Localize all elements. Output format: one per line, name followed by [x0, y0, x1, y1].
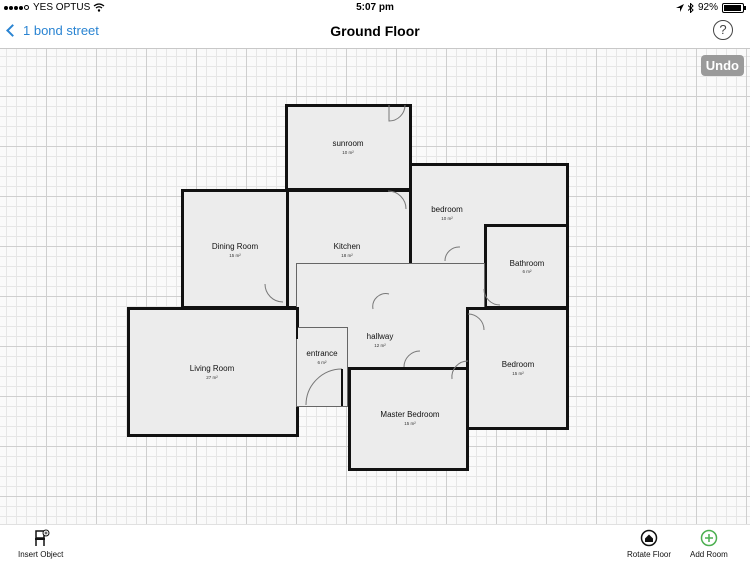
room-label: Dining Room [211, 242, 259, 251]
add-icon [700, 529, 718, 547]
status-time: 5:07 pm [356, 2, 394, 13]
room-area: 15 m² [404, 421, 416, 426]
room-label: entrance [306, 349, 338, 358]
rotate-house-icon [640, 529, 658, 547]
room-label: Kitchen [333, 242, 361, 251]
room-master-bedroom[interactable] [348, 367, 469, 471]
location-icon [675, 3, 684, 12]
help-button[interactable]: ? [713, 20, 733, 40]
room-label: Master Bedroom [380, 410, 440, 419]
room-area: 15 m² [512, 371, 524, 376]
insert-object-button[interactable]: Insert Object [18, 529, 63, 559]
room-label: Bedroom [501, 360, 535, 369]
bottom-toolbar: Insert Object Rotate Floor Add Room [0, 524, 750, 564]
insert-object-label: Insert Object [18, 550, 64, 559]
room-label: sunroom [332, 139, 364, 148]
room-label: hallway [366, 332, 394, 341]
room-area: 6 m² [522, 269, 532, 274]
bluetooth-icon [687, 2, 694, 13]
rotate-floor-label: Rotate Floor [627, 550, 672, 559]
status-bar: YES OPTUS 5:07 pm 92% [0, 0, 750, 16]
room-area: 12 m² [374, 343, 386, 348]
room-area: 15 m² [229, 253, 241, 258]
undo-button[interactable]: Undo [700, 55, 744, 76]
room-label: Bathroom [509, 259, 545, 268]
battery-icon [722, 2, 746, 13]
room-area: 27 m² [206, 375, 218, 380]
room-area: 6 m² [317, 360, 327, 365]
add-room-label: Add Room [690, 550, 728, 559]
battery-percent: 92% [697, 2, 718, 13]
rotate-floor-button[interactable]: Rotate Floor [627, 529, 671, 559]
room-area: 18 m² [341, 253, 353, 258]
room-label: Living Room [189, 364, 235, 373]
chair-icon [34, 529, 50, 546]
floor-plan-canvas[interactable]: Undo sunroom 10 m² bedroom 10 m² Dining … [0, 49, 750, 524]
page-title: Ground Floor [330, 23, 420, 39]
navigation-bar: 1 bond street Ground Floor ? [0, 16, 750, 49]
room-area: 10 m² [342, 150, 354, 155]
add-room-button[interactable]: Add Room [690, 529, 728, 559]
room-label: bedroom [431, 205, 463, 214]
room-area: 10 m² [441, 216, 453, 221]
